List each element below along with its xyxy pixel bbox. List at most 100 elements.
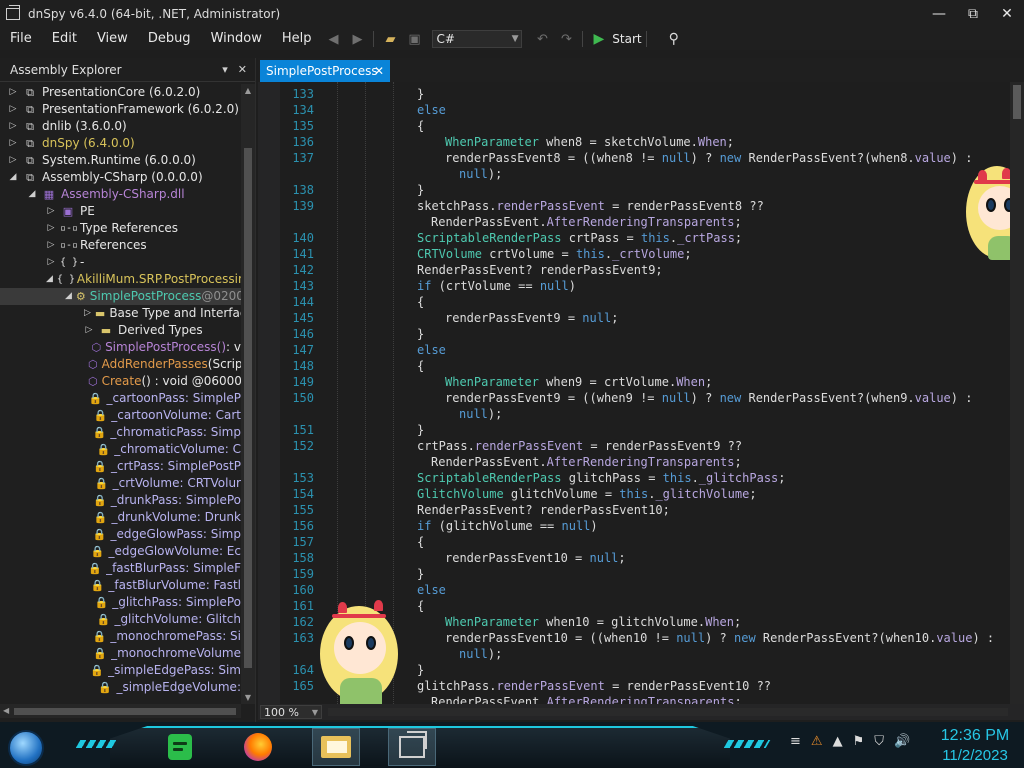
tree-node[interactable]: ▷ ▬ Base Type and Interfac [0,305,241,322]
menu-help[interactable]: Help [272,28,322,50]
tree-horizontal-scrollbar[interactable]: ◀ [0,704,241,718]
menu-debug[interactable]: Debug [138,28,201,50]
tree-node[interactable]: 🔒 _edgeGlowPass : Simp [0,526,241,543]
navigate-forward-icon[interactable]: ▶ [347,29,367,49]
tree-node[interactable]: 🔒 _monochromeVolume [0,645,241,662]
expand-toggle-icon[interactable]: ◢ [8,169,18,186]
tree-node-signature: : SimpleF [185,561,241,575]
expand-toggle-icon[interactable]: ▷ [8,135,18,152]
expand-toggle-icon[interactable]: ▷ [84,305,91,322]
dnspy-task-button[interactable] [388,728,436,766]
tree-node[interactable]: 🔒 _glitchVolume : Glitch [0,611,241,628]
search-icon[interactable]: ⚲ [669,31,679,47]
tree-node[interactable]: ▷ ▣ PE [0,203,241,220]
menu-view[interactable]: View [87,28,138,50]
expand-toggle-icon[interactable]: ▷ [8,118,18,135]
tree-node[interactable]: 🔒 _chromaticVolume : C [0,441,241,458]
tree-node[interactable]: 🔒 _simpleEdgePass : Sim [0,662,241,679]
scroll-thumb[interactable] [14,708,236,715]
language-select[interactable]: C# ▼ [432,30,523,48]
tray-overflow-icon[interactable]: ▲ [833,734,843,749]
flag-icon[interactable]: ⚑ [853,734,865,749]
tree-node[interactable]: ▷ ⧉ PresentationCore (6.0.2.0) [0,84,241,101]
scroll-thumb[interactable] [1013,85,1021,119]
menu-file[interactable]: File [0,28,42,50]
tree-node[interactable]: ⬡ Create() : void @06000 [0,373,241,390]
expand-toggle-icon[interactable]: ▷ [8,152,18,169]
expand-toggle-icon[interactable]: ◢ [46,271,53,288]
tree-node[interactable]: ◢ ⧉ Assembly-CSharp (0.0.0.0) [0,169,241,186]
scroll-thumb[interactable] [244,148,252,668]
file-explorer-task-button[interactable] [312,728,360,766]
start-debugging-button[interactable]: ▶ Start [593,31,641,47]
navigate-back-icon[interactable]: ◀ [323,29,343,49]
expand-toggle-icon[interactable]: ▷ [46,220,56,237]
tree-node[interactable]: 🔒 _drunkPass : SimplePo [0,492,241,509]
code-token: { [417,535,425,549]
tree-node[interactable]: 🔒 _crtPass : SimplePostP [0,458,241,475]
editor-horizontal-scrollbar[interactable] [328,708,1008,716]
tree-node[interactable]: ▷ { } - [0,254,241,271]
tree-node[interactable]: ⬡ AddRenderPasses (Scrip [0,356,241,373]
tree-node[interactable]: ▷ ▫-▫ References [0,237,241,254]
expand-toggle-icon[interactable]: ◢ [65,288,72,305]
zoom-select[interactable]: 100 % ▼ [260,705,322,719]
save-icon[interactable]: ▣ [404,29,424,49]
code-token: When [676,375,706,389]
close-button[interactable]: ✕ [990,0,1024,28]
scroll-up-icon[interactable]: ▲ [241,86,255,95]
expand-toggle-icon[interactable]: ▷ [8,84,18,101]
tree-node[interactable]: 🔒 _crtVolume : CRTVolur [0,475,241,492]
expand-toggle-icon[interactable]: ▷ [46,203,56,220]
app-tray-icon[interactable]: ⚠ [811,734,823,749]
volume-icon[interactable]: 🔊 [894,734,910,749]
editor-vertical-scrollbar[interactable] [1010,82,1024,704]
tree-node[interactable]: 🔒 _monochromePass : Si [0,628,241,645]
tree-node[interactable]: ▷ ⧉ PresentationFramework (6.0.2.0) [0,101,241,118]
sticky-notes-task-button[interactable] [156,728,204,766]
expand-toggle-icon[interactable]: ◢ [27,186,37,203]
tab-close-icon[interactable]: ✕ [374,64,384,78]
expand-toggle-icon[interactable]: ▷ [8,101,18,118]
tree-node[interactable]: 🔒 _cartoonPass : SimpleP [0,390,241,407]
pane-close-icon[interactable]: ✕ [238,63,247,76]
tree-node[interactable]: ⬡ SimplePostProcess() : v [0,339,241,356]
tree-node[interactable]: ◢ ⚙ SimplePostProcess @0200 [0,288,241,305]
tree-node[interactable]: 🔒 _drunkVolume : Drunk [0,509,241,526]
tree-node[interactable]: 🔒 _fastBlurPass : SimpleF [0,560,241,577]
menu-edit[interactable]: Edit [42,28,87,50]
tree-vertical-scrollbar[interactable]: ▲ ▼ [241,84,255,704]
tree-node[interactable]: 🔒 _glitchPass : SimplePo [0,594,241,611]
pane-menu-chevron-icon[interactable]: ▾ [222,63,228,76]
scroll-down-icon[interactable]: ▼ [241,693,255,702]
minimize-button[interactable]: — [922,0,956,28]
expand-toggle-icon[interactable]: ▷ [46,254,56,271]
tree-node[interactable]: 🔒 _chromaticPass : Simp [0,424,241,441]
tree-node[interactable]: 🔒 _simpleEdgeVolume : [0,679,241,696]
expand-toggle-icon[interactable]: ▷ [46,237,56,254]
tree-node-icon: 🔒 [92,426,107,439]
show-hidden-icons-icon[interactable]: ≡ [790,734,801,749]
network-icon[interactable]: ⛉ [874,734,884,749]
tree-node[interactable]: ▷ ⧉ System.Runtime (6.0.0.0) [0,152,241,169]
firefox-task-button[interactable] [234,728,282,766]
start-button[interactable] [8,730,44,766]
tree-node[interactable]: ▷ ▫-▫ Type References [0,220,241,237]
taskbar-clock[interactable]: 12:36 PM 11/2/2023 [930,726,1020,766]
undo-icon[interactable]: ↶ [532,29,552,49]
scroll-left-icon[interactable]: ◀ [3,704,9,718]
redo-icon[interactable]: ↷ [556,29,576,49]
tree-node[interactable]: ◢{ } AkilliMum.SRP.PostProcessing [0,271,241,288]
tree-node[interactable]: 🔒 _fastBlurVolume : Fastl [0,577,241,594]
tree-node[interactable]: ▷ ⧉ dnSpy (6.4.0.0) [0,135,241,152]
tab-simplepostprocess[interactable]: SimplePostProcess ✕ [260,60,390,82]
tree-node[interactable]: ▷ ⧉ dnlib (3.6.0.0) [0,118,241,135]
expand-toggle-icon[interactable]: ▷ [84,322,94,339]
menu-window[interactable]: Window [201,28,272,50]
open-folder-icon[interactable]: ▰ [380,29,400,49]
tree-node[interactable]: ▷ ▬ Derived Types [0,322,241,339]
tree-node[interactable]: ◢ ▦ Assembly-CSharp.dll [0,186,241,203]
tree-node[interactable]: 🔒 _edgeGlowVolume : Ec [0,543,241,560]
maximize-button[interactable]: ⧉ [956,0,990,28]
tree-node[interactable]: 🔒 _cartoonVolume : Cart [0,407,241,424]
